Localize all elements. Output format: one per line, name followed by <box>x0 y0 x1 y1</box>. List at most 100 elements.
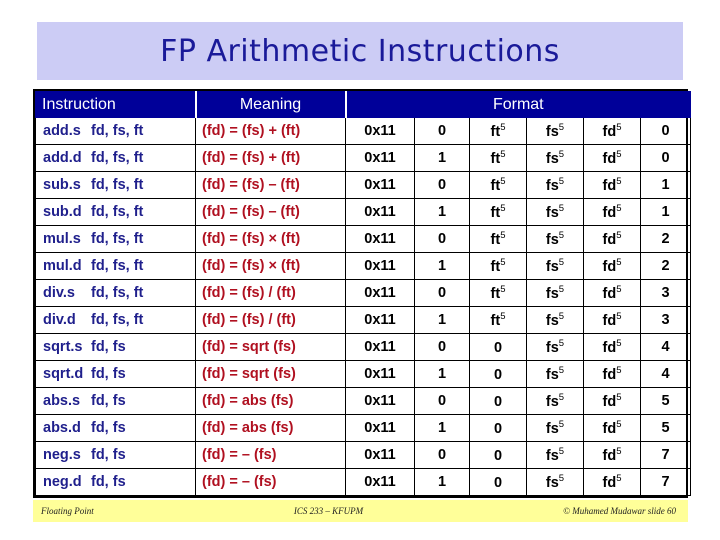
cell-fd-field-base: fd <box>602 177 617 194</box>
cell-fs-field-width: 5 <box>558 122 565 134</box>
cell-fd-field-base: fd <box>602 285 617 302</box>
column-header-instruction: Instruction <box>35 91 197 118</box>
cell-instruction: neg.d fd, fs <box>35 468 196 496</box>
cell-instruction: abs.s fd, fs <box>35 387 196 415</box>
cell-ft-field-base: 0 <box>493 366 503 383</box>
cell-fd-field-base: fd <box>602 447 617 464</box>
instruction-operands: fd, fs <box>91 420 126 436</box>
cell-fs-field: fs5 <box>526 414 584 442</box>
cell-instruction: div.s fd, fs, ft <box>35 279 196 307</box>
cell-opcode: 0x11 <box>345 360 415 388</box>
cell-fd-field-base: fd <box>602 339 617 356</box>
cell-fd-field: fd5 <box>583 252 641 280</box>
cell-function-field: 4 <box>639 360 692 388</box>
instruction-mnemonic: sqrt.s <box>43 339 83 355</box>
instruction-mnemonic: abs.s <box>43 393 81 409</box>
cell-instruction: sub.s fd, fs, ft <box>35 171 196 199</box>
cell-ft-field-base: ft <box>490 204 501 221</box>
cell-meaning: (fd) = (fs) / (ft) <box>195 306 346 334</box>
table-header-row: Instruction Meaning Format <box>35 91 692 118</box>
cell-fs-field-base: fs <box>545 393 559 410</box>
cell-fs-field-width: 5 <box>558 365 565 377</box>
cell-fmt-field: 0 <box>414 441 470 469</box>
instruction-mnemonic: div.s <box>43 285 75 301</box>
cell-instruction: div.d fd, fs, ft <box>35 306 196 334</box>
cell-fd-field: fd5 <box>583 171 641 199</box>
cell-ft-field-base: 0 <box>493 447 503 464</box>
cell-fs-field-width: 5 <box>558 203 565 215</box>
cell-ft-field: ft5 <box>469 198 527 226</box>
cell-fd-field: fd5 <box>583 225 641 253</box>
cell-fs-field-base: fs <box>545 177 559 194</box>
cell-fd-field-base: fd <box>602 150 617 167</box>
cell-meaning: (fd) = sqrt (fs) <box>195 333 346 361</box>
cell-function-field: 7 <box>639 441 692 469</box>
cell-fs-field: fs5 <box>526 306 584 334</box>
table-row: abs.s fd, fs (fd) = abs (fs) 0x11 0 0 fs5 fd5 5 <box>35 387 692 415</box>
cell-ft-field: 0 <box>469 360 527 388</box>
cell-fd-field-width: 5 <box>616 284 622 296</box>
cell-meaning: (fd) = – (fs) <box>195 441 346 469</box>
cell-fd-field-width: 5 <box>616 365 622 377</box>
cell-ft-field-base: 0 <box>493 474 503 491</box>
cell-opcode: 0x11 <box>345 171 415 199</box>
cell-ft-field: 0 <box>469 387 527 415</box>
cell-ft-field: ft5 <box>469 306 527 334</box>
cell-fd-field-base: fd <box>602 231 617 248</box>
instruction-operands: fd, fs <box>91 366 126 382</box>
cell-fd-field-base: fd <box>602 474 617 491</box>
table-row: sub.d fd, fs, ft (fd) = (fs) – (ft) 0x11 1 ft… <box>35 198 692 226</box>
cell-fd-field: fd5 <box>583 306 641 334</box>
cell-meaning: (fd) = sqrt (fs) <box>195 360 346 388</box>
cell-fs-field: fs5 <box>526 225 584 253</box>
cell-meaning: (fd) = (fs) × (ft) <box>195 252 346 280</box>
cell-fd-field-width: 5 <box>616 392 622 404</box>
cell-fs-field-width: 5 <box>558 392 565 404</box>
cell-fs-field: fs5 <box>526 387 584 415</box>
instruction-mnemonic: neg.s <box>43 447 81 463</box>
cell-function-field: 0 <box>639 144 692 172</box>
cell-fmt-field: 0 <box>414 117 470 145</box>
instruction-mnemonic: abs.d <box>43 420 81 436</box>
cell-fmt-field: 1 <box>414 468 470 496</box>
table-row: div.d fd, fs, ft (fd) = (fs) / (ft) 0x11 1 ft… <box>35 306 692 334</box>
cell-fd-field: fd5 <box>583 441 641 469</box>
table-row: neg.s fd, fs (fd) = – (fs) 0x11 0 0 fs5 fd5 7 <box>35 441 692 469</box>
cell-meaning: (fd) = (fs) / (ft) <box>195 279 346 307</box>
table-row: mul.s fd, fs, ft (fd) = (fs) × (ft) 0x11 0 ft… <box>35 225 692 253</box>
cell-ft-field-base: ft <box>490 312 501 329</box>
instruction-mnemonic: sqrt.d <box>43 366 84 382</box>
column-header-meaning: Meaning <box>194 91 347 118</box>
cell-fd-field-base: fd <box>602 123 617 140</box>
cell-fs-field-width: 5 <box>558 446 565 458</box>
cell-fs-field-base: fs <box>545 258 559 275</box>
cell-instruction: add.s fd, fs, ft <box>35 117 196 145</box>
page-title: FP Arithmetic Instructions <box>160 33 560 69</box>
cell-fd-field: fd5 <box>583 387 641 415</box>
table-row: add.d fd, fs, ft (fd) = (fs) + (ft) 0x11 1 ft… <box>35 144 692 172</box>
cell-fd-field: fd5 <box>583 468 641 496</box>
cell-instruction: sqrt.s fd, fs <box>35 333 196 361</box>
cell-fs-field-base: fs <box>545 474 559 491</box>
cell-fs-field: fs5 <box>526 279 584 307</box>
cell-ft-field: 0 <box>469 468 527 496</box>
cell-opcode: 0x11 <box>345 468 415 496</box>
table-row: div.s fd, fs, ft (fd) = (fs) / (ft) 0x11 0 ft… <box>35 279 692 307</box>
instruction-operands: fd, fs <box>91 447 126 463</box>
cell-opcode: 0x11 <box>345 198 415 226</box>
cell-ft-field: ft5 <box>469 279 527 307</box>
cell-opcode: 0x11 <box>345 225 415 253</box>
cell-function-field: 3 <box>639 306 692 334</box>
cell-ft-field-base: ft <box>490 123 501 140</box>
instruction-operands: fd, fs <box>91 474 126 490</box>
cell-fd-field-base: fd <box>602 393 617 410</box>
cell-ft-field-base: 0 <box>493 339 503 356</box>
cell-fd-field-width: 5 <box>616 473 622 485</box>
cell-function-field: 1 <box>639 198 692 226</box>
cell-function-field: 5 <box>639 387 692 415</box>
cell-meaning: (fd) = (fs) + (ft) <box>195 144 346 172</box>
cell-ft-field-width: 5 <box>500 230 506 242</box>
cell-fmt-field: 0 <box>414 279 470 307</box>
cell-ft-field-width: 5 <box>500 176 506 188</box>
cell-fs-field: fs5 <box>526 441 584 469</box>
